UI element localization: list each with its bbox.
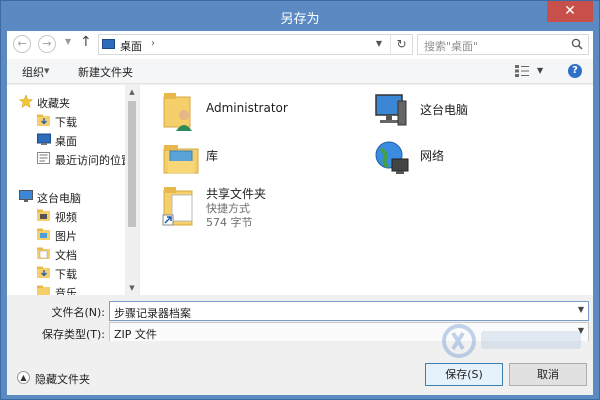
filetype-select[interactable]: ZIP 文件 ▼ — [109, 322, 589, 342]
item-name: 这台电脑 — [420, 103, 469, 117]
list-item-shared-folder[interactable]: 共享文件夹 快捷方式 574 字节 — [162, 185, 382, 235]
videos-folder-icon — [37, 209, 50, 221]
close-button[interactable]: ✕ — [547, 1, 593, 22]
music-folder-icon — [37, 285, 50, 295]
filename-label: 文件名(N): — [51, 306, 105, 319]
address-location[interactable]: 桌面 — [120, 38, 142, 54]
title-bar[interactable]: 另存为 ✕ — [1, 1, 599, 31]
forward-button[interactable]: → — [38, 35, 56, 53]
save-fields: 文件名(N): 步骤记录器档案 ▼ 保存类型(T): ZIP 文件 ▼ — [7, 295, 593, 342]
search-input[interactable]: 搜索"桌面" — [417, 34, 589, 55]
sidebar-item-label: 收藏夹 — [37, 97, 70, 110]
pictures-folder-icon — [37, 228, 50, 240]
recent-places-icon — [37, 152, 50, 164]
item-name: 网络 — [420, 149, 445, 163]
sidebar-scrollbar[interactable]: ▲ ▼ — [125, 85, 139, 295]
desktop-icon — [102, 39, 115, 49]
recent-locations-dropdown[interactable]: ▼ — [65, 37, 71, 46]
address-bar[interactable]: 桌面 › ▼ ↻ — [98, 34, 413, 55]
filetype-label: 保存类型(T): — [41, 328, 105, 341]
search-placeholder: 搜索"桌面" — [424, 40, 479, 53]
filetype-value: ZIP 文件 — [114, 328, 157, 341]
filename-field[interactable]: 步骤记录器档案 ▼ — [109, 301, 589, 321]
scrollbar-thumb[interactable] — [128, 101, 136, 227]
list-item-network[interactable]: 网络 — [372, 137, 572, 181]
sidebar-item-label: 图片 — [55, 230, 77, 243]
new-folder-button[interactable]: 新建文件夹 — [78, 64, 133, 80]
computer-icon — [19, 190, 33, 202]
network-icon — [375, 141, 409, 174]
breadcrumb-arrow-icon[interactable]: › — [151, 38, 155, 49]
up-button[interactable]: ↑ — [80, 34, 92, 50]
window-title: 另存为 — [280, 12, 320, 27]
hide-folders-label: 隐藏文件夹 — [35, 373, 90, 386]
address-dropdown-button[interactable]: ▼ — [370, 35, 388, 54]
dialog-footer: ▲ 隐藏文件夹 保存(S) 取消 — [7, 341, 593, 395]
item-size: 574 字节 — [206, 216, 253, 229]
list-item-libraries[interactable]: 库 — [162, 137, 362, 181]
sidebar-item-label: 下载 — [55, 116, 77, 129]
star-icon — [19, 95, 33, 108]
save-button[interactable]: 保存(S) — [425, 363, 503, 386]
back-button[interactable]: ← — [13, 35, 31, 53]
save-as-dialog: 另存为 ✕ ← → ▼ ↑ 桌面 › ▼ ↻ 搜索"桌面" 组织 ▼ 新建文件夹… — [0, 0, 600, 400]
cancel-button[interactable]: 取消 — [509, 363, 587, 386]
chevron-down-icon[interactable]: ▼ — [44, 67, 49, 75]
chevron-down-icon[interactable]: ▼ — [578, 305, 584, 314]
list-item-administrator[interactable]: Administrator — [162, 91, 362, 135]
scroll-down-icon[interactable]: ▼ — [125, 281, 139, 295]
chevron-up-icon[interactable]: ▲ — [17, 371, 30, 384]
file-list: Administrator 这台电脑 库 网络 共享文件夹 快捷方式 574 字… — [139, 85, 593, 295]
download-folder-icon — [37, 266, 50, 278]
list-item-this-pc[interactable]: 这台电脑 — [372, 91, 572, 135]
search-icon[interactable] — [571, 38, 583, 50]
scroll-up-icon[interactable]: ▲ — [125, 85, 139, 99]
view-options-icon[interactable] — [515, 65, 529, 77]
refresh-button[interactable]: ↻ — [390, 35, 412, 54]
filename-value[interactable]: 步骤记录器档案 — [114, 305, 191, 321]
navigation-pane: 收藏夹 下载 桌面 最近访问的位置 这台电脑 视频 图片 文档 下载 音乐 — [7, 85, 139, 295]
sidebar-item-label: 音乐 — [55, 287, 77, 295]
item-name: Administrator — [206, 101, 288, 115]
sidebar-item-label: 文档 — [55, 249, 77, 262]
desktop-icon — [37, 133, 51, 145]
sidebar-item-label: 最近访问的位置 — [55, 154, 132, 167]
organize-button[interactable]: 组织 — [22, 64, 44, 80]
library-icon — [163, 145, 199, 174]
sidebar-item-label: 这台电脑 — [37, 192, 81, 205]
sidebar-item-label: 视频 — [55, 211, 77, 224]
view-dropdown-icon[interactable]: ▼ — [537, 66, 543, 75]
sidebar-item-label: 桌面 — [55, 135, 77, 148]
command-toolbar: 组织 ▼ 新建文件夹 ▼ ? — [7, 59, 593, 84]
dialog-body: ← → ▼ ↑ 桌面 › ▼ ↻ 搜索"桌面" 组织 ▼ 新建文件夹 ▼ ? 收… — [7, 31, 593, 395]
shortcut-folder-icon — [162, 187, 193, 226]
documents-folder-icon — [37, 247, 50, 259]
chevron-down-icon[interactable]: ▼ — [578, 326, 584, 335]
download-folder-icon — [37, 114, 50, 126]
item-name: 库 — [206, 149, 219, 163]
user-folder-icon — [163, 93, 192, 131]
computer-icon — [375, 94, 407, 126]
sidebar-item-label: 下载 — [55, 268, 77, 281]
navigation-bar: ← → ▼ ↑ 桌面 › ▼ ↻ 搜索"桌面" — [7, 31, 593, 59]
help-icon[interactable]: ? — [568, 64, 582, 78]
